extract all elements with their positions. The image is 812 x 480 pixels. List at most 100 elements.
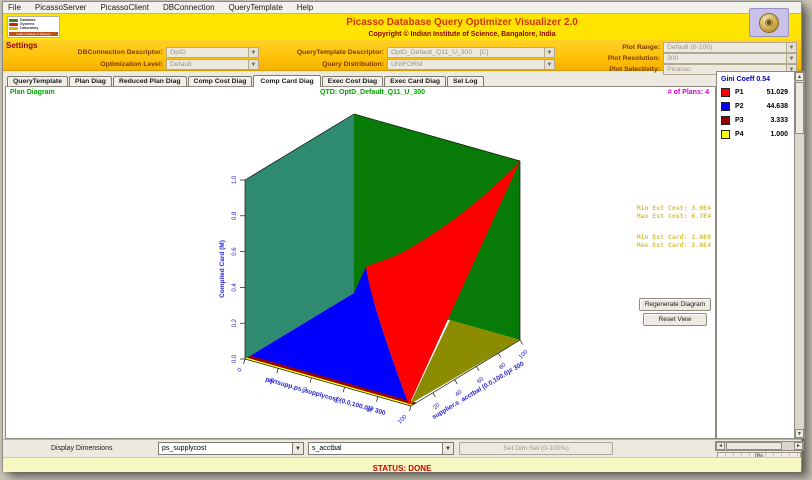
p3-color-swatch <box>721 116 730 125</box>
menu-dbconnection[interactable]: DBConnection <box>163 3 215 12</box>
svg-text:0.4: 0.4 <box>232 283 238 292</box>
z-axis-title: Compiled Card (M) <box>219 240 226 298</box>
plan-name: P1 <box>735 89 744 96</box>
tab-exec-cost-diag[interactable]: Exec Cost Diag <box>321 76 384 86</box>
chevron-down-icon: ▼ <box>544 48 554 57</box>
gini-coeff-label: Gini Coeff 0.54 <box>721 76 771 83</box>
querytemplate-descriptor-value: OptD_Default_Q11_U_300 [C] <box>391 49 489 56</box>
querytemplate-descriptor-select[interactable]: OptD_Default_Q11_U_300 [C] ▼ <box>387 47 555 58</box>
plot-resolution-label: Plot Resolution: <box>607 55 660 62</box>
reset-view-button[interactable]: Reset View <box>643 313 707 326</box>
menu-help[interactable]: Help <box>297 3 313 12</box>
svg-text:0.8: 0.8 <box>232 211 238 220</box>
plot-resolution-value: 300 <box>667 55 679 62</box>
svg-text:0: 0 <box>237 367 244 374</box>
svg-text:0.6: 0.6 <box>232 247 238 256</box>
chevron-down-icon: ▼ <box>786 54 796 63</box>
legend-scrollbar[interactable]: ▲ ▼ <box>794 72 804 438</box>
legend-item-p2: P2 44.638 <box>721 102 792 111</box>
plan-name: P4 <box>735 131 744 138</box>
dimension1-value: ps_supplycost <box>162 445 207 452</box>
legend-panel: Gini Coeff 0.54 P1 51.029 P2 44.638 P3 3… <box>716 71 805 439</box>
app-header: Database Systems Laboratory Indian Insti… <box>3 8 801 40</box>
max-est-card: Max Est Card: 3.0E4 <box>636 240 711 249</box>
plot-resolution-select[interactable]: 300 ▼ <box>663 53 797 64</box>
dsl-logo-bars-icon <box>9 18 18 32</box>
tab-bar: QueryTemplate Plan Diag Reduced Plan Dia… <box>5 71 716 87</box>
legend-item-p1: P1 51.029 <box>721 88 792 97</box>
scroll-up-icon[interactable]: ▲ <box>795 72 804 81</box>
p1-color-swatch <box>721 88 730 97</box>
plan-diagram-3d: 0.0 0.2 0.4 0.6 0.8 1.0 0 20 40 60 80 10… <box>219 113 530 426</box>
tab-querytemplate[interactable]: QueryTemplate <box>7 76 68 86</box>
querytemplate-descriptor-label: QueryTemplate Descriptor: <box>296 49 384 56</box>
menu-bar: File PicassoServer PicassoClient DBConne… <box>3 2 801 14</box>
dimension2-value: s_acctbal <box>312 445 342 452</box>
optimization-level-label: Optimization Level: <box>100 61 163 68</box>
app-window: File PicassoServer PicassoClient DBConne… <box>2 1 805 473</box>
plan-area-pct: 3.333 <box>770 117 788 124</box>
svg-text:1.0: 1.0 <box>232 175 238 184</box>
menu-querytemplate[interactable]: QueryTemplate <box>229 3 283 12</box>
plot-range-select[interactable]: Default (0-100) ▼ <box>663 42 797 53</box>
query-distribution-label: Query Distribution: <box>322 61 384 68</box>
tab-sel-log[interactable]: Sel Log <box>447 76 484 86</box>
plot-region: QueryTemplate Plan Diag Reduced Plan Dia… <box>5 71 716 439</box>
legend-item-p3: P3 3.333 <box>721 116 792 125</box>
scroll-left-icon[interactable]: ◄ <box>716 442 725 450</box>
plan-area-pct: 1.000 <box>770 131 788 138</box>
dbconn-descriptor-value: OptD <box>170 49 186 56</box>
menu-picassoserver[interactable]: PicassoServer <box>35 3 87 12</box>
scroll-down-icon[interactable]: ▼ <box>795 429 804 438</box>
max-est-cost: Max Est Cost: 6.7E4 <box>636 211 711 220</box>
chevron-down-icon: ▼ <box>786 43 796 52</box>
query-distribution-value: UNIFORM <box>391 61 423 68</box>
legend-item-p4: P4 1.000 <box>721 130 792 139</box>
logo-caption: Indian Institute of Science <box>9 32 58 36</box>
tab-comp-card-diag[interactable]: Comp Card Diag <box>253 75 321 87</box>
menu-file[interactable]: File <box>8 3 21 12</box>
scroll-right-icon[interactable]: ► <box>794 442 803 450</box>
p4-color-swatch <box>721 130 730 139</box>
plot-range-label: Plot Range: <box>622 44 660 51</box>
status-bar: STATUS: DONE <box>3 457 801 473</box>
logo-line: Laboratory <box>20 26 39 30</box>
horizontal-scrollbar[interactable]: ◄ ► <box>715 441 804 451</box>
scrollbar-thumb[interactable] <box>726 442 782 450</box>
chevron-down-icon: ▼ <box>544 60 554 69</box>
svg-text:0.2: 0.2 <box>232 318 238 327</box>
app-title: Picasso Database Query Optimizer Visuali… <box>346 17 578 28</box>
dimension2-combobox[interactable]: s_acctbal ▼ <box>308 442 454 455</box>
status-text: STATUS: DONE <box>372 464 432 473</box>
z-tick-labels: 0.0 0.2 0.4 0.6 0.8 1.0 <box>232 175 238 363</box>
plan-area-pct: 44.638 <box>766 103 788 110</box>
settings-panel: Settings DBConnection Descriptor: OptD ▼… <box>3 40 801 75</box>
z-axis-ticks <box>240 179 245 360</box>
chevron-down-icon[interactable]: ▼ <box>442 443 453 454</box>
regenerate-diagram-button[interactable]: Regenerate Diagram <box>639 298 711 311</box>
iisc-emblem-icon: ◉ <box>749 8 789 37</box>
copyright-text: Copyright © Indian Institute of Science,… <box>368 31 556 38</box>
set-dim-sel-button[interactable]: Set Dim Sel (0-100%) <box>459 442 613 455</box>
query-distribution-select[interactable]: UNIFORM ▼ <box>387 59 555 70</box>
svg-text:100: 100 <box>397 414 409 426</box>
dimension1-combobox[interactable]: ps_supplycost ▼ <box>158 442 304 455</box>
estimate-stats: Min Est Cost: 3.0E4 Max Est Cost: 6.7E4 … <box>636 204 711 249</box>
dbconn-descriptor-label: DBConnection Descriptor: <box>77 49 163 56</box>
tab-exec-card-diag[interactable]: Exec Card Diag <box>384 76 447 86</box>
svg-text:0.0: 0.0 <box>232 354 238 363</box>
dsl-logo: Database Systems Laboratory Indian Insti… <box>7 16 60 38</box>
menu-picassoclient[interactable]: PicassoClient <box>100 3 148 12</box>
plot-canvas[interactable]: Plan Diagram QTD: OptD_Default_Q11_U_300… <box>5 86 716 439</box>
chevron-down-icon[interactable]: ▼ <box>292 443 303 454</box>
plot-range-value: Default (0-100) <box>667 44 713 51</box>
plan-area-pct: 51.029 <box>766 89 788 96</box>
tab-reduced-plan-diag[interactable]: Reduced Plan Diag <box>112 76 187 86</box>
plan-name: P3 <box>735 117 744 124</box>
tab-plan-diag[interactable]: Plan Diag <box>68 76 112 86</box>
plan-name: P2 <box>735 103 744 110</box>
tab-comp-cost-diag[interactable]: Comp Cost Diag <box>187 76 253 86</box>
display-dimensions-label: Display Dimensions <box>51 445 113 452</box>
svg-text:100: 100 <box>518 349 530 361</box>
scrollbar-thumb[interactable] <box>795 82 804 134</box>
